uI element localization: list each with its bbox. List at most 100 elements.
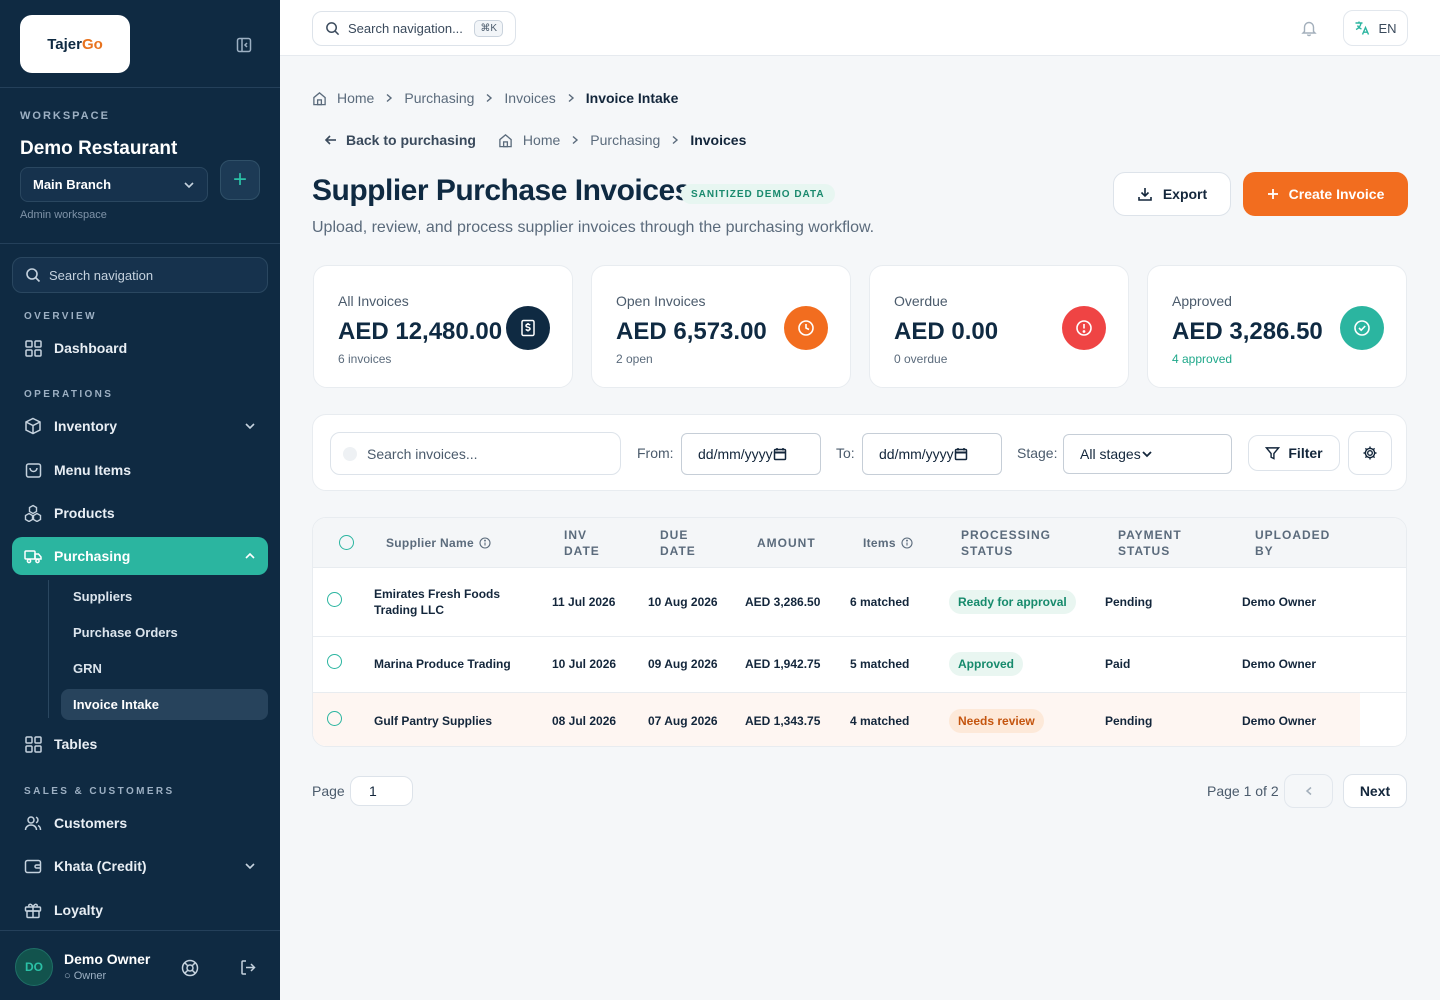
sidebar-item-tables[interactable]: Tables [12, 725, 268, 763]
header-amount[interactable]: AMOUNT [757, 535, 816, 551]
filter-label: Filter [1288, 445, 1323, 461]
sidebar-subitem-suppliers[interactable]: Suppliers [61, 581, 268, 612]
cell-payment-status: Paid [1105, 657, 1131, 671]
chevron-down-icon [244, 860, 256, 872]
table-row[interactable]: Marina Produce Trading 10 Jul 2026 09 Au… [313, 637, 1406, 693]
logo-accent: Go [81, 35, 103, 53]
add-branch-button[interactable]: + [220, 160, 260, 200]
cell-supplier[interactable]: Emirates Fresh Foods Trading LLC [374, 586, 524, 618]
sidebar: Tajer Go WORKSPACE Demo Restaurant Main B… [0, 0, 280, 1000]
branch-select[interactable]: Main Branch [20, 167, 208, 202]
back-to-purchasing-link[interactable]: Back to purchasing [324, 132, 476, 148]
home-icon[interactable] [312, 91, 327, 106]
stat-sub: 4 approved [1172, 352, 1233, 366]
header-due-date[interactable]: DUE DATE [660, 527, 720, 559]
sidebar-search-input[interactable]: Search navigation [12, 257, 268, 293]
sidebar-item-label: Menu Items [54, 462, 132, 478]
sidebar-item-label: Khata (Credit) [54, 858, 147, 874]
status-badge: Approved [949, 652, 1024, 676]
sidebar-item-loyalty[interactable]: Loyalty [12, 891, 268, 929]
table-row[interactable]: Emirates Fresh Foods Trading LLC 11 Jul … [313, 568, 1406, 637]
export-button[interactable]: Export [1113, 172, 1231, 216]
row-select-radio[interactable] [327, 592, 342, 607]
sidebar-collapse-icon[interactable] [236, 37, 252, 53]
breadcrumb-current: Invoices [690, 132, 747, 148]
cell-uploaded-by: Demo Owner [1242, 714, 1317, 728]
avatar[interactable]: DO [15, 948, 53, 986]
cell-items: 4 matched [850, 714, 910, 728]
sidebar-subitem-purchase-orders[interactable]: Purchase Orders [61, 617, 268, 648]
chevron-down-icon [244, 420, 256, 432]
previous-page-button[interactable] [1284, 774, 1333, 808]
user-role: ○ Owner [64, 970, 107, 982]
breadcrumb-purchasing[interactable]: Purchasing [404, 90, 474, 106]
box-icon [24, 417, 42, 435]
cell-inv-date: 08 Jul 2026 [552, 714, 617, 728]
clock-icon [784, 306, 828, 350]
cell-supplier[interactable]: Gulf Pantry Supplies [374, 713, 492, 729]
boxes-icon [24, 504, 42, 522]
page-number-input[interactable]: 1 [350, 776, 413, 806]
stat-sub: 2 open [616, 352, 653, 366]
breadcrumb-purchasing[interactable]: Purchasing [590, 132, 660, 148]
stage-select[interactable]: All stages [1063, 434, 1232, 474]
chevron-right-icon [566, 93, 576, 103]
app-logo[interactable]: Tajer Go [20, 15, 130, 73]
sidebar-item-purchasing[interactable]: Purchasing [12, 537, 268, 575]
sidebar-item-label: Products [54, 505, 115, 521]
header-supplier[interactable]: Supplier Name [386, 535, 491, 551]
chevron-right-icon [570, 135, 580, 145]
sidebar-item-label: Tables [54, 736, 98, 752]
table-row[interactable]: Gulf Pantry Supplies 08 Jul 2026 07 Aug … [313, 693, 1406, 746]
header-items[interactable]: Items [863, 535, 913, 551]
sidebar-item-customers[interactable]: Customers [12, 804, 268, 842]
select-all-radio[interactable] [339, 535, 354, 550]
breadcrumb-home[interactable]: Home [523, 132, 560, 148]
settings-button[interactable] [1348, 431, 1392, 475]
sidebar-item-dashboard[interactable]: Dashboard [12, 329, 268, 367]
funnel-icon [1265, 446, 1281, 461]
header-label: Items [863, 536, 896, 550]
header-processing-status[interactable]: PROCESSING STATUS [961, 527, 1071, 559]
stat-value: AED 6,573.00 [616, 318, 767, 345]
stat-sub: 0 overdue [894, 352, 948, 366]
header-uploaded-by[interactable]: UPLOADED BY [1255, 527, 1345, 559]
create-invoice-button[interactable]: Create Invoice [1243, 172, 1408, 216]
row-select-radio[interactable] [327, 654, 342, 669]
gift-icon [24, 901, 42, 919]
stat-label: Overdue [894, 293, 948, 309]
sidebar-item-products[interactable]: Products [12, 494, 268, 532]
search-icon [343, 446, 357, 461]
top-search-input[interactable]: Search navigation... ⌘K [312, 11, 516, 46]
export-label: Export [1162, 186, 1208, 202]
cell-supplier[interactable]: Marina Produce Trading [374, 656, 511, 672]
breadcrumb: Home Purchasing Invoices Invoice Intake [312, 90, 678, 106]
row-select-radio[interactable] [327, 711, 342, 726]
workspace-name: Demo Restaurant [20, 138, 178, 159]
sidebar-subitem-grn[interactable]: GRN [61, 653, 268, 684]
breadcrumb-home[interactable]: Home [337, 90, 374, 106]
page-label: Page [312, 783, 345, 799]
download-icon [1137, 186, 1153, 202]
next-page-button[interactable]: Next [1343, 774, 1407, 808]
sidebar-item-menu-items[interactable]: Menu Items [12, 451, 268, 489]
truck-icon [24, 547, 42, 565]
header-payment-status[interactable]: PAYMENT STATUS [1118, 527, 1208, 559]
sidebar-item-khata[interactable]: Khata (Credit) [12, 847, 268, 885]
sidebar-item-inventory[interactable]: Inventory [12, 407, 268, 445]
sidebar-subitem-invoice-intake[interactable]: Invoice Intake [61, 689, 268, 720]
logout-icon[interactable] [240, 959, 257, 976]
filter-button[interactable]: Filter [1248, 435, 1340, 471]
language-button[interactable]: EN [1343, 10, 1408, 46]
home-icon[interactable] [498, 133, 513, 148]
stat-card-all-invoices: All Invoices AED 12,480.00 6 invoices [313, 265, 573, 388]
bell-icon[interactable] [1300, 19, 1318, 37]
help-icon[interactable] [181, 959, 199, 977]
breadcrumb-invoices[interactable]: Invoices [504, 90, 555, 106]
invoice-search-input[interactable]: Search invoices... [330, 432, 621, 475]
sidebar-item-label: Inventory [54, 418, 118, 434]
from-date-input[interactable]: dd/mm/yyyy [681, 433, 821, 475]
header-inv-date[interactable]: INV DATE [564, 527, 624, 559]
chevron-up-icon [244, 550, 256, 562]
to-date-input[interactable]: dd/mm/yyyy [862, 433, 1002, 475]
